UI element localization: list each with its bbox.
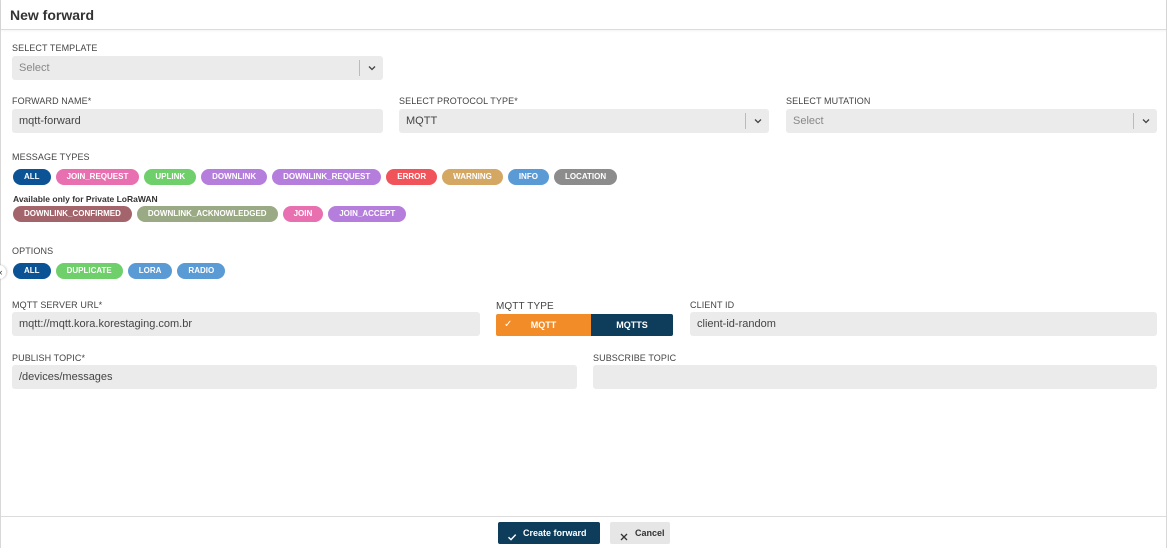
option-chip-lora[interactable]: LORA bbox=[127, 263, 173, 279]
protocol-label: SELECT PROTOCOL TYPE* bbox=[399, 96, 518, 106]
protocol-select-value: MQTT bbox=[406, 115, 438, 127]
chip-downlink-confirmed[interactable]: DOWNLINK_CONFIRMED bbox=[13, 206, 132, 222]
protocol-select[interactable]: MQTT bbox=[399, 109, 769, 133]
options-label: OPTIONS bbox=[12, 246, 54, 256]
mqtt-option-label: MQTT bbox=[530, 320, 557, 330]
client-id-field[interactable]: client-id-random bbox=[690, 312, 1157, 336]
mqtt-type-label: MQTT TYPE bbox=[496, 301, 554, 312]
option-chip-duplicate[interactable]: DUPLICATE bbox=[55, 263, 123, 279]
message-types-chips: ALL JOIN_REQUEST UPLINK DOWNLINK DOWNLIN… bbox=[13, 169, 618, 185]
mqtt-server-value: mqtt://mqtt.kora.korestaging.com.br bbox=[19, 318, 193, 330]
private-lorawan-note: Available only for Private LoRaWAN bbox=[13, 194, 158, 204]
chip-join-request[interactable]: JOIN_REQUEST bbox=[55, 169, 140, 185]
cancel-button[interactable]: Cancel bbox=[610, 522, 670, 544]
message-types-label: MESSAGE TYPES bbox=[12, 152, 90, 162]
check-icon bbox=[507, 528, 517, 541]
new-forward-dialog: ‹ New forward SELECT TEMPLATE Select FOR… bbox=[0, 0, 1167, 548]
chip-join[interactable]: JOIN bbox=[282, 206, 324, 222]
chip-downlink-acknowledged[interactable]: DOWNLINK_ACKNOWLEDGED bbox=[136, 206, 278, 222]
forward-name-value: mqtt-forward bbox=[19, 115, 81, 127]
dialog-header: New forward bbox=[1, 0, 1166, 30]
publish-topic-value: /devices/messages bbox=[19, 371, 113, 383]
options-chips: ALL DUPLICATE LORA RADIO bbox=[13, 263, 226, 279]
subscribe-topic-field[interactable] bbox=[593, 365, 1157, 389]
mutation-select[interactable]: Select bbox=[786, 109, 1157, 133]
mutation-label: SELECT MUTATION bbox=[786, 96, 871, 106]
option-chip-radio[interactable]: RADIO bbox=[177, 263, 226, 279]
chevron-down-icon[interactable] bbox=[745, 113, 769, 129]
client-id-value: client-id-random bbox=[697, 318, 776, 330]
chip-warning[interactable]: WARNING bbox=[442, 169, 503, 185]
chip-info[interactable]: INFO bbox=[507, 169, 549, 185]
mqtts-option-label: MQTTS bbox=[616, 320, 648, 330]
forward-name-field[interactable]: mqtt-forward bbox=[12, 109, 383, 133]
check-icon: ✓ bbox=[504, 319, 513, 330]
chip-error[interactable]: ERROR bbox=[386, 169, 438, 185]
chip-downlink[interactable]: DOWNLINK bbox=[201, 169, 268, 185]
cancel-label: Cancel bbox=[635, 528, 665, 538]
mqtt-type-toggle: ✓ MQTT MQTTS bbox=[496, 314, 673, 336]
template-label: SELECT TEMPLATE bbox=[12, 43, 98, 53]
chip-downlink-request[interactable]: DOWNLINK_REQUEST bbox=[272, 169, 382, 185]
mqtt-type-mqtt-option[interactable]: ✓ MQTT bbox=[496, 314, 591, 336]
chip-join-accept[interactable]: JOIN_ACCEPT bbox=[328, 206, 407, 222]
forward-name-label: FORWARD NAME* bbox=[12, 96, 92, 106]
dialog-footer: Create forward Cancel bbox=[1, 516, 1166, 548]
option-chip-all[interactable]: ALL bbox=[13, 263, 51, 279]
mutation-select-value: Select bbox=[793, 115, 824, 127]
publish-topic-label: PUBLISH TOPIC* bbox=[12, 353, 86, 363]
mqtt-server-field[interactable]: mqtt://mqtt.kora.korestaging.com.br bbox=[12, 312, 480, 336]
chevron-down-icon[interactable] bbox=[359, 60, 383, 76]
create-forward-button[interactable]: Create forward bbox=[498, 522, 600, 544]
private-chips: DOWNLINK_CONFIRMED DOWNLINK_ACKNOWLEDGED… bbox=[13, 206, 407, 222]
create-forward-label: Create forward bbox=[523, 528, 587, 538]
subscribe-topic-label: SUBSCRIBE TOPIC bbox=[593, 353, 677, 363]
mqtt-server-label: MQTT SERVER URL* bbox=[12, 300, 103, 310]
chevron-down-icon[interactable] bbox=[1133, 113, 1157, 129]
client-id-label: CLIENT ID bbox=[690, 300, 735, 310]
chip-all[interactable]: ALL bbox=[13, 169, 51, 185]
publish-topic-field[interactable]: /devices/messages bbox=[12, 365, 577, 389]
collapse-arrow-icon[interactable]: ‹ bbox=[0, 265, 6, 279]
page-title: New forward bbox=[10, 7, 95, 23]
close-icon bbox=[619, 528, 629, 541]
chip-uplink[interactable]: UPLINK bbox=[144, 169, 197, 185]
template-select[interactable]: Select bbox=[12, 56, 383, 80]
mqtt-type-mqtts-option[interactable]: MQTTS bbox=[591, 314, 673, 336]
chip-location[interactable]: LOCATION bbox=[553, 169, 618, 185]
template-select-value: Select bbox=[19, 62, 50, 74]
